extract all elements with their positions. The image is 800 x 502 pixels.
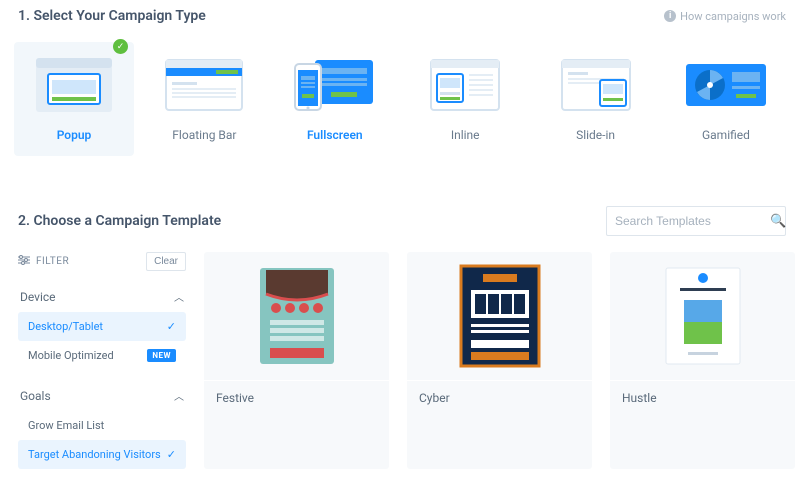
slide-in-icon [552,52,640,118]
search-input[interactable] [615,214,770,228]
help-link-text: How campaigns work [680,10,786,23]
check-icon: ✓ [167,320,176,333]
new-badge: NEW [147,349,176,362]
search-icon: 🔍 [770,214,786,229]
template-name: Festive [204,380,389,415]
filter-grow-email-list[interactable]: Grow Email List [18,411,186,440]
clear-filters-button[interactable]: Clear [146,252,186,271]
campaign-type-label: Inline [451,128,480,142]
template-thumbnail [407,252,592,380]
filter-icon [18,255,30,268]
filter-desktop-tablet[interactable]: Desktop/Tablet ✓ [18,312,186,341]
campaign-type-inline[interactable]: Inline [405,42,525,156]
template-name: Cyber [407,380,592,415]
filter-sidebar: FILTER Clear Device ︿ Desktop/Tablet ✓ M… [18,252,186,469]
chevron-up-icon: ︿ [174,289,184,304]
floating-bar-icon [160,52,248,118]
template-thumbnail [610,252,795,380]
filter-item-label: Mobile Optimized [28,349,114,362]
how-campaigns-work-link[interactable]: i How campaigns work [664,10,786,23]
info-icon: i [664,10,676,22]
section-2-title: 2. Choose a Campaign Template [18,213,221,229]
campaign-type-label: Gamified [702,128,750,142]
template-thumbnail [204,252,389,380]
chevron-up-icon: ︿ [174,388,184,403]
campaign-type-label: Fullscreen [307,128,363,142]
campaign-type-floating-bar[interactable]: Floating Bar [144,42,264,156]
template-search[interactable]: 🔍 [606,206,786,236]
popup-icon [30,52,118,118]
template-hustle[interactable]: Hustle [610,252,795,469]
template-grid: Festive Cyber [204,252,795,469]
campaign-type-fullscreen[interactable]: Fullscreen [275,42,395,156]
filter-group-device[interactable]: Device ︿ [18,285,186,308]
template-festive[interactable]: Festive [204,252,389,469]
campaign-type-popup[interactable]: ✓ Popup [14,42,134,156]
filter-group-label: Device [20,290,56,304]
campaign-type-label: Floating Bar [172,128,236,142]
campaign-type-label: Slide-in [576,128,615,142]
check-icon: ✓ [167,448,176,461]
filter-item-label: Grow Email List [28,419,104,432]
filter-mobile-optimized[interactable]: Mobile Optimized NEW [18,341,186,370]
campaign-type-slide-in[interactable]: Slide-in [536,42,656,156]
campaign-type-list: ✓ Popup Floating Bar [0,28,800,166]
campaign-type-gamified[interactable]: Gamified [666,42,786,156]
template-cyber[interactable]: Cyber [407,252,592,469]
gamified-icon [682,52,770,118]
fullscreen-icon [291,52,379,118]
filter-group-label: Goals [20,389,51,403]
check-icon: ✓ [113,39,128,54]
campaign-type-label: Popup [57,128,92,142]
filter-label-text: FILTER [36,256,69,267]
filter-target-abandoning-visitors[interactable]: Target Abandoning Visitors ✓ [18,440,186,469]
filter-item-label: Target Abandoning Visitors [28,448,161,461]
filter-heading: FILTER [18,255,69,268]
filter-group-goals[interactable]: Goals ︿ [18,384,186,407]
template-name: Hustle [610,380,795,415]
inline-icon [421,52,509,118]
section-1-title: 1. Select Your Campaign Type [18,8,206,24]
filter-item-label: Desktop/Tablet [28,320,103,333]
